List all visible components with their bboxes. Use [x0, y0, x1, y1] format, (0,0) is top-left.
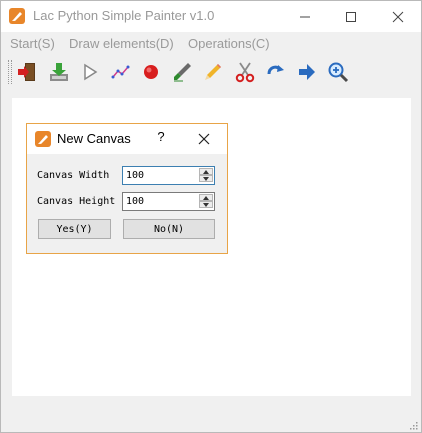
- dialog-close-button[interactable]: [194, 129, 214, 149]
- play-button[interactable]: [78, 60, 102, 84]
- menu-operations[interactable]: Operations(C): [188, 36, 270, 51]
- dialog-app-icon: [35, 131, 51, 147]
- main-window: Lac Python Simple Painter v1.0 Start(S) …: [0, 0, 422, 433]
- canvas-width-spinbox[interactable]: [122, 166, 215, 185]
- close-button[interactable]: [375, 1, 421, 32]
- brush-icon: [174, 63, 191, 82]
- record-icon: [144, 65, 158, 79]
- chevron-down-icon: [203, 202, 209, 207]
- scissors-icon: [235, 62, 255, 83]
- width-decrement-button[interactable]: [199, 175, 213, 182]
- line-chart-icon: [111, 65, 130, 79]
- chevron-up-icon: [203, 169, 209, 174]
- canvas-height-input[interactable]: [123, 193, 199, 210]
- canvas-height-spinbox[interactable]: [122, 192, 215, 211]
- forward-arrow-icon: [299, 64, 315, 80]
- canvas-height-label: Canvas Height: [37, 196, 116, 207]
- cut-button[interactable]: [233, 60, 257, 84]
- canvas-width-input[interactable]: [123, 167, 199, 184]
- canvas-width-stepper: [199, 168, 213, 183]
- brush-button[interactable]: [170, 60, 194, 84]
- minimize-icon: [300, 16, 310, 17]
- zoom-in-button[interactable]: [326, 60, 350, 84]
- pencil-button[interactable]: [201, 60, 225, 84]
- close-icon: [392, 11, 404, 22]
- app-icon: [9, 8, 25, 24]
- width-increment-button[interactable]: [199, 168, 213, 175]
- help-button[interactable]: ?: [152, 129, 170, 147]
- pencil-icon: [205, 64, 221, 80]
- menu-start[interactable]: Start(S): [10, 36, 55, 51]
- line-chart-button[interactable]: [109, 60, 133, 84]
- height-increment-button[interactable]: [199, 194, 213, 201]
- exit-icon: [18, 63, 35, 81]
- canvas-height-stepper: [199, 194, 213, 209]
- yes-button[interactable]: Yes(Y): [38, 219, 111, 239]
- toolbar: [1, 55, 421, 89]
- menu-draw-elements[interactable]: Draw elements(D): [69, 36, 174, 51]
- save-button[interactable]: [47, 60, 71, 84]
- redo-button[interactable]: [264, 60, 288, 84]
- forward-button[interactable]: [295, 60, 319, 84]
- zoom-in-icon: [328, 62, 349, 83]
- exit-button[interactable]: [15, 60, 39, 84]
- no-button[interactable]: No(N): [123, 219, 215, 239]
- save-icon: [50, 63, 68, 81]
- dialog-title-bar: New Canvas ?: [27, 124, 227, 154]
- height-decrement-button[interactable]: [199, 201, 213, 208]
- new-canvas-dialog: New Canvas ? Canvas Width Canvas Hei: [26, 123, 228, 254]
- close-icon: [198, 133, 210, 145]
- record-button[interactable]: [139, 60, 163, 84]
- chevron-down-icon: [203, 176, 209, 181]
- chevron-up-icon: [203, 195, 209, 200]
- canvas-width-label: Canvas Width: [37, 170, 110, 181]
- maximize-button[interactable]: [328, 1, 374, 32]
- dialog-title: New Canvas: [57, 131, 131, 146]
- resize-grip-icon[interactable]: [408, 419, 418, 430]
- menu-bar: Start(S) Draw elements(D) Operations(C): [1, 32, 421, 55]
- window-title: Lac Python Simple Painter v1.0: [33, 8, 215, 23]
- toolbar-grip[interactable]: [8, 60, 12, 84]
- maximize-icon: [346, 11, 356, 22]
- title-bar: Lac Python Simple Painter v1.0: [1, 1, 421, 32]
- minimize-button[interactable]: [282, 1, 328, 32]
- redo-icon: [267, 65, 284, 75]
- play-icon: [84, 63, 98, 81]
